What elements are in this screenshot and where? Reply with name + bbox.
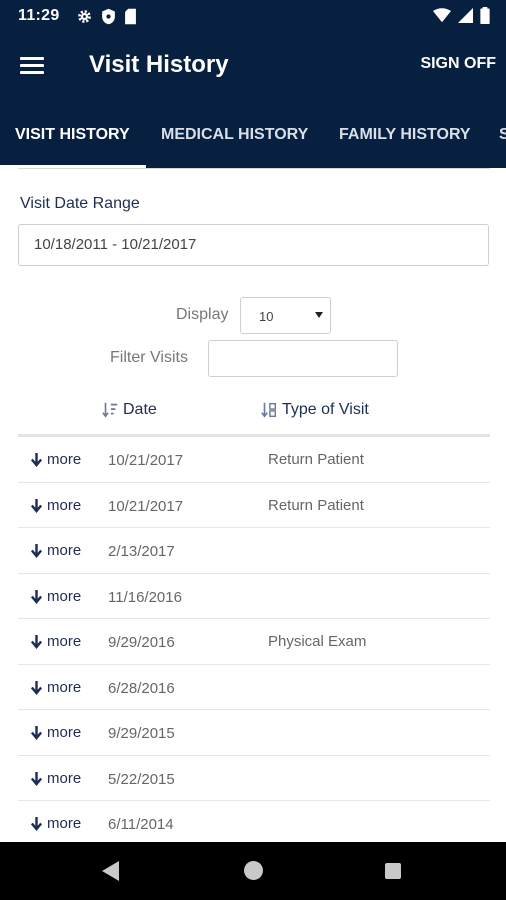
visit-date: 9/29/2016 — [108, 634, 175, 651]
battery-icon — [480, 7, 490, 24]
column-header-date[interactable]: Date — [101, 401, 157, 419]
more-label: more — [47, 724, 82, 741]
table-row: more 9/29/2016 Physical Exam — [18, 619, 490, 665]
more-button[interactable]: more — [30, 770, 81, 787]
column-header-type[interactable]: Type of Visit — [260, 401, 369, 419]
visit-date: 6/28/2016 — [108, 679, 175, 697]
more-button[interactable]: more — [30, 542, 81, 559]
arrow-down-icon — [30, 680, 43, 695]
visit-table: more 10/21/2017 Return Patient more 10/2… — [18, 437, 490, 847]
status-time: 11:29 — [18, 7, 60, 24]
visit-date: 9/29/2015 — [108, 725, 175, 742]
filter-visits-input[interactable] — [208, 340, 398, 377]
sign-off-button[interactable]: SIGN OFF — [420, 55, 496, 73]
arrow-down-icon — [30, 771, 43, 786]
more-button[interactable]: more — [30, 451, 81, 468]
filter-visits-label: Filter Visits — [110, 349, 188, 366]
column-header-date-label: Date — [123, 401, 157, 418]
more-label: more — [47, 678, 82, 696]
visit-date: 10/21/2017 — [108, 452, 184, 469]
arrow-down-icon — [30, 817, 43, 831]
arrow-down-icon — [30, 635, 43, 649]
table-row: more 10/21/2017 Return Patient — [18, 437, 490, 483]
display-label: Display — [176, 306, 229, 323]
table-row: more 11/16/2016 — [18, 574, 490, 619]
app-bar: Visit History SIGN OFF — [0, 34, 506, 102]
column-header-type-label: Type of Visit — [282, 401, 369, 418]
sort-descending-icon — [102, 402, 118, 418]
table-row: more 6/11/2014 — [18, 801, 490, 847]
page-title: Visit History — [89, 51, 229, 78]
wifi-icon — [433, 8, 451, 23]
visit-date: 11/16/2016 — [108, 588, 182, 606]
more-button[interactable]: more — [30, 497, 81, 514]
gear-icon — [78, 10, 91, 23]
divider — [18, 168, 490, 169]
arrow-down-icon — [30, 453, 43, 467]
more-label: more — [47, 587, 82, 605]
more-button[interactable]: more — [30, 815, 81, 832]
visit-date: 10/21/2017 — [108, 497, 184, 515]
more-button[interactable]: more — [30, 724, 81, 741]
tab-overflow[interactable]: S — [499, 126, 506, 144]
visit-type: Return Patient — [268, 451, 364, 468]
back-icon[interactable] — [101, 860, 121, 882]
visit-date: 6/11/2014 — [108, 816, 174, 833]
more-label: more — [47, 542, 82, 559]
display-count-value: 10 — [259, 309, 274, 324]
sd-card-icon — [125, 8, 136, 25]
more-label: more — [47, 769, 82, 787]
hamburger-menu-icon[interactable] — [20, 54, 48, 78]
arrow-down-icon — [30, 498, 43, 513]
more-label: more — [47, 815, 82, 832]
main-content: Visit Date Range 10/18/2011 - 10/21/2017… — [0, 168, 506, 847]
more-button[interactable]: more — [30, 633, 81, 650]
table-row: more 2/13/2017 — [18, 528, 490, 574]
table-row: more 10/21/2017 Return Patient — [18, 483, 490, 528]
system-nav-bar — [0, 842, 506, 900]
table-row: more 9/29/2015 — [18, 710, 490, 756]
recent-apps-icon[interactable] — [385, 863, 401, 879]
table-row: more 5/22/2015 — [18, 756, 490, 801]
more-button[interactable]: more — [30, 679, 81, 696]
tab-family-history[interactable]: FAMILY HISTORY — [339, 126, 471, 144]
chevron-down-icon — [315, 312, 323, 318]
tab-medical-history[interactable]: MEDICAL HISTORY — [161, 126, 308, 144]
visit-type: Physical Exam — [268, 633, 367, 650]
date-range-input[interactable]: 10/18/2011 - 10/21/2017 — [18, 224, 489, 266]
arrow-down-icon — [30, 544, 43, 558]
tab-bar: VISIT HISTORY MEDICAL HISTORY FAMILY HIS… — [0, 102, 506, 168]
more-button[interactable]: more — [30, 588, 81, 605]
visit-date: 5/22/2015 — [108, 770, 175, 788]
date-range-label: Visit Date Range — [20, 195, 140, 212]
more-label: more — [47, 633, 82, 650]
table-row: more 6/28/2016 — [18, 665, 490, 710]
status-bar: 11:29 — [0, 0, 506, 34]
visit-type: Return Patient — [268, 496, 364, 514]
more-label: more — [47, 496, 82, 514]
home-icon[interactable] — [244, 861, 263, 880]
signal-icon — [458, 8, 473, 23]
sort-alpha-icon — [261, 402, 277, 418]
display-count-select[interactable]: 10 — [240, 297, 331, 334]
tab-visit-history[interactable]: VISIT HISTORY — [15, 126, 130, 144]
arrow-down-icon — [30, 589, 43, 604]
more-label: more — [47, 451, 82, 468]
arrow-down-icon — [30, 726, 43, 740]
visit-date: 2/13/2017 — [108, 543, 175, 560]
shield-icon — [102, 8, 115, 25]
